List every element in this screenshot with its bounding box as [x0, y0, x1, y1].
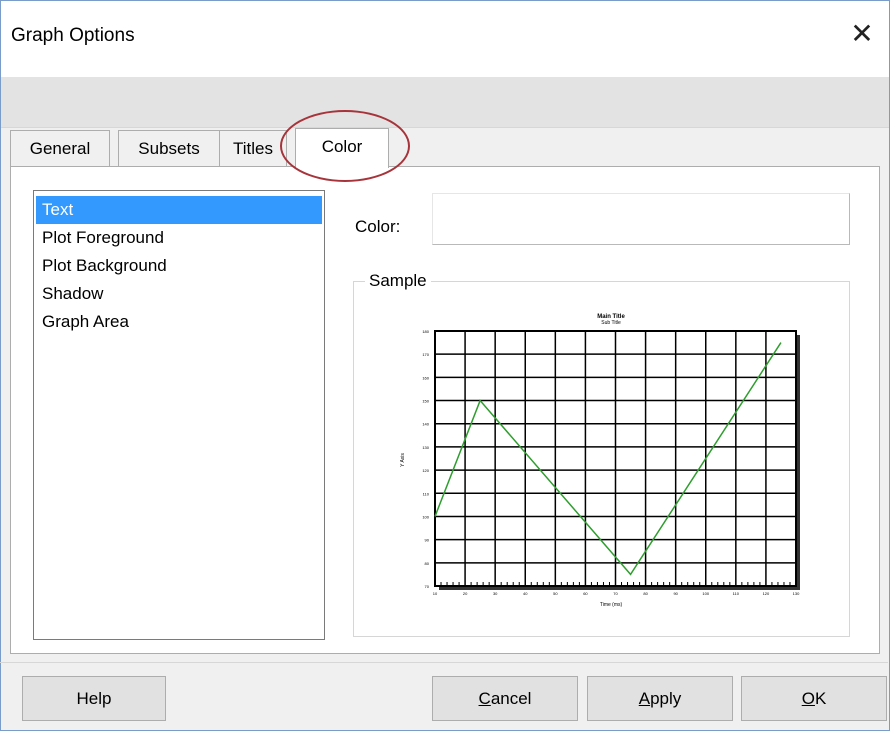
y-tick-label: 100 [422, 514, 429, 519]
x-tick-label: 90 [673, 591, 678, 596]
cancel-label: ancel [490, 689, 532, 708]
x-tick-label: 20 [463, 591, 468, 596]
ok-mnemonic: O [801, 689, 815, 708]
y-tick-label: 150 [422, 399, 429, 404]
y-tick-label: 160 [422, 375, 429, 380]
help-button[interactable]: Help [22, 676, 166, 721]
apply-mnemonic: A [638, 689, 651, 708]
y-tick-label: 180 [422, 329, 429, 334]
x-tick-label: 40 [523, 591, 528, 596]
y-tick-label: 120 [422, 468, 429, 473]
chart-xlabel: Time (ms) [600, 602, 623, 608]
y-tick-label: 90 [425, 538, 430, 543]
x-tick-label: 50 [553, 591, 558, 596]
x-tick-label: 80 [643, 591, 648, 596]
ok-label: K [814, 689, 827, 708]
y-tick-label: 80 [425, 561, 430, 566]
footer-separator [0, 662, 888, 663]
y-tick-label: 170 [422, 352, 429, 357]
sample-chart: Main Title Sub Title Y Axis Time (ms) 10… [400, 314, 800, 608]
x-tick-label: 60 [583, 591, 588, 596]
y-tick-label: 70 [425, 584, 430, 589]
x-tick-label: 30 [493, 591, 498, 596]
chart-ylabel: Y Axis [400, 453, 406, 467]
x-tick-label: 70 [613, 591, 618, 596]
apply-label: pply [650, 689, 682, 708]
y-tick-label: 130 [422, 445, 429, 450]
x-tick-label: 110 [733, 591, 740, 596]
y-tick-label: 110 [423, 491, 430, 496]
cancel-button[interactable]: Cancel [432, 676, 578, 721]
cancel-mnemonic: C [478, 689, 491, 708]
x-tick-label: 100 [702, 591, 709, 596]
tab-color[interactable]: Color [295, 128, 389, 168]
x-tick-label: 130 [793, 591, 800, 596]
ok-button[interactable]: OK [741, 676, 887, 721]
apply-button[interactable]: Apply [587, 676, 733, 721]
x-tick-label: 120 [763, 591, 770, 596]
x-tick-label: 10 [433, 591, 438, 596]
chart-subtitle: Sub Title [601, 320, 621, 326]
y-tick-label: 140 [422, 422, 429, 427]
